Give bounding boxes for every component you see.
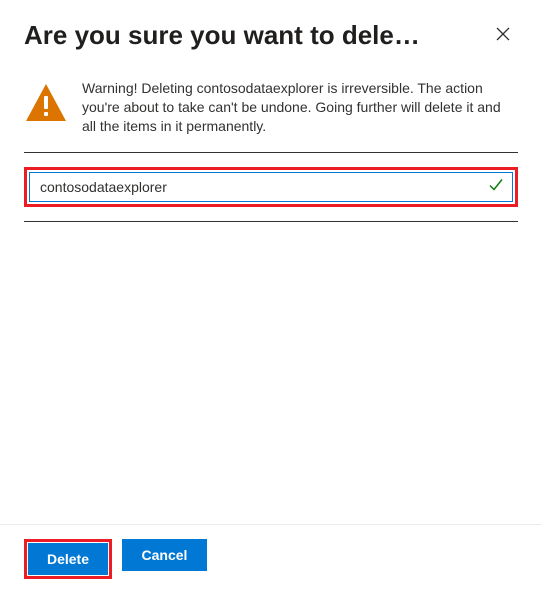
- divider-bottom: [24, 221, 518, 222]
- delete-button[interactable]: Delete: [28, 543, 108, 575]
- warning-text: Warning! Deleting contosodataexplorer is…: [82, 79, 518, 136]
- delete-button-highlight: Delete: [24, 539, 112, 579]
- confirm-input-highlight: [24, 167, 518, 207]
- cancel-button[interactable]: Cancel: [122, 539, 207, 571]
- panel-title: Are you sure you want to dele…: [24, 20, 488, 51]
- confirm-name-input[interactable]: [29, 172, 513, 202]
- close-icon: [495, 26, 511, 45]
- delete-confirm-panel: Are you sure you want to dele… Warning! …: [0, 0, 542, 599]
- warning-message: Warning! Deleting contosodataexplorer is…: [24, 79, 518, 136]
- panel-header: Are you sure you want to dele…: [0, 0, 542, 59]
- close-button[interactable]: [488, 21, 518, 51]
- panel-footer: Delete Cancel: [0, 524, 542, 599]
- warning-triangle-icon: [24, 81, 68, 130]
- divider-top: [24, 152, 518, 153]
- panel-content: Warning! Deleting contosodataexplorer is…: [0, 59, 542, 524]
